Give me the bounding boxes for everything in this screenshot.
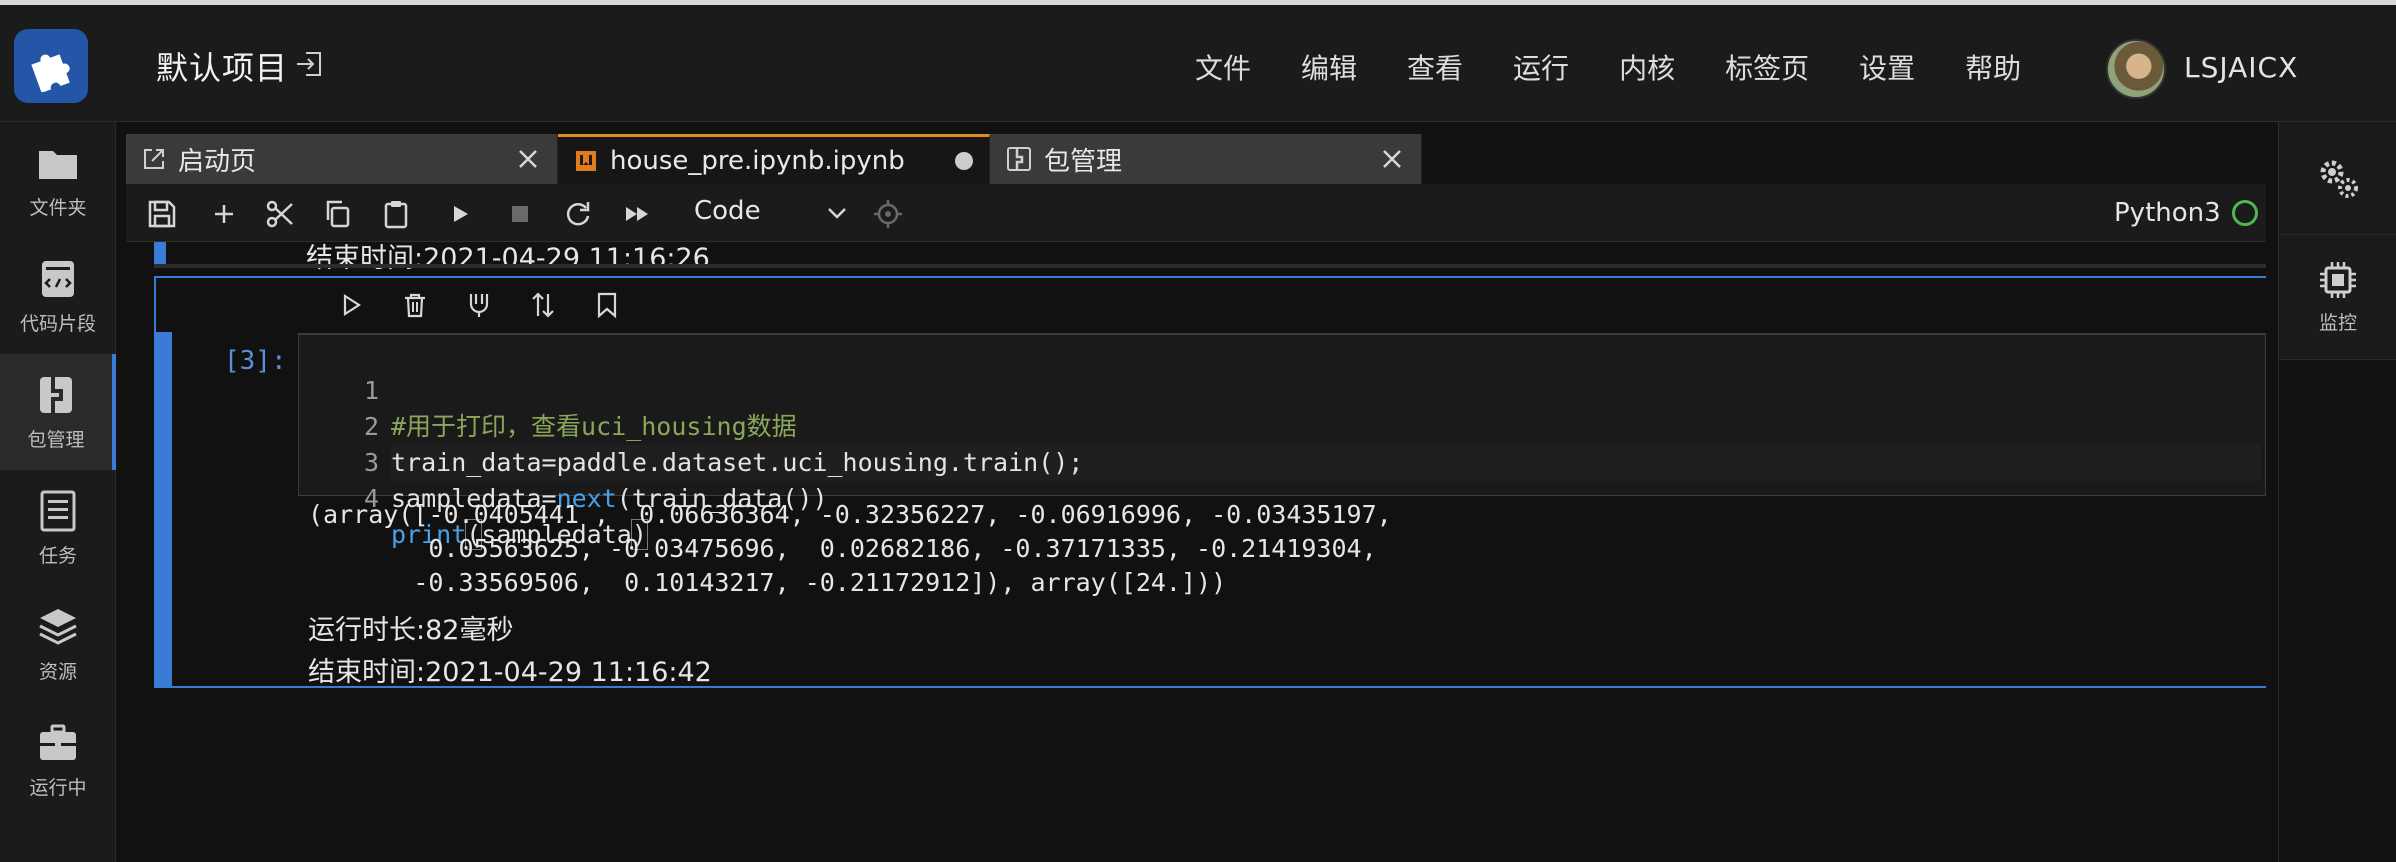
cell-runtime: 运行时长:82毫秒 [308, 615, 514, 646]
cell-end-time: 结束时间:2021-04-29 11:16:42 [308, 657, 712, 688]
tab-launcher[interactable]: 启动页 [126, 134, 558, 184]
close-icon[interactable] [1379, 146, 1405, 172]
add-cell-icon[interactable] [208, 198, 240, 230]
sidebar-item-running[interactable]: 运行中 [0, 702, 116, 818]
project-title[interactable]: 默认项目 [156, 43, 288, 89]
output-line: 0.05563625, -0.03475696, 0.02682186, -0.… [308, 534, 1377, 563]
app-header: 默认项目 文件 编辑 查看 运行 内核 标签页 设置 帮助 LSJAICX [0, 0, 2396, 122]
task-icon [40, 490, 76, 531]
menu-help[interactable]: 帮助 [1940, 47, 2046, 87]
layers-icon [39, 608, 77, 645]
run-cell-icon[interactable] [336, 290, 366, 320]
notebook-icon [576, 150, 596, 171]
code-text: #用于打印，查看uci_housing数据 [391, 412, 797, 441]
stop-icon[interactable] [504, 198, 536, 230]
prev-cell-border [154, 264, 2266, 268]
unsaved-indicator[interactable] [955, 151, 973, 170]
menu-file[interactable]: 文件 [1170, 47, 1276, 87]
locate-icon[interactable] [872, 198, 904, 230]
code-cell[interactable]: [3]: 1 #用于打印，查看uci_housing数据 2 train_dat… [154, 276, 2266, 688]
code-line: 1 #用于打印，查看uci_housing数据 [299, 337, 797, 441]
app-logo[interactable] [14, 29, 88, 103]
gears-icon [2320, 160, 2358, 198]
right-sidebar: 监控 [2278, 122, 2396, 862]
username[interactable]: LSJAICX [2184, 51, 2298, 84]
tab-label: 启动页 [178, 146, 257, 177]
menu-bar: 文件 编辑 查看 运行 内核 标签页 设置 帮助 [1170, 47, 2046, 87]
kernel-status-indicator [2232, 200, 2258, 226]
tab-bar: 启动页 house_pre.ipynb.ipynb 包管理 [126, 134, 1422, 184]
menu-kernel[interactable]: 内核 [1594, 47, 1700, 87]
cell-prompt: [3]: [224, 346, 287, 376]
restart-icon[interactable] [562, 198, 594, 230]
exit-project-icon[interactable] [294, 49, 324, 79]
briefcase-icon [40, 724, 76, 760]
paste-icon[interactable] [380, 198, 412, 230]
fast-forward-icon[interactable] [622, 198, 654, 230]
sidebar-item-label: 资源 [38, 660, 77, 683]
save-icon[interactable] [146, 198, 178, 230]
menu-edit[interactable]: 编辑 [1276, 47, 1382, 87]
main-area: 启动页 house_pre.ipynb.ipynb 包管理 Code Pytho… [126, 122, 2266, 862]
code-text: train_data=paddle.dataset.uci_housing.tr… [391, 448, 1084, 477]
copy-icon[interactable] [322, 198, 354, 230]
folder-icon [39, 150, 77, 179]
sidebar-item-label: 运行中 [29, 776, 87, 799]
monitor-button[interactable]: 监控 [2279, 234, 2396, 360]
monitor-label: 监控 [2318, 311, 2357, 334]
code-editor[interactable]: 1 #用于打印，查看uci_housing数据 2 train_data=pad… [298, 334, 2266, 550]
sidebar-item-label: 包管理 [27, 428, 85, 451]
bookmark-icon[interactable] [592, 290, 622, 320]
left-sidebar: 文件夹 代码片段 包管理 任务 资源 运行中 [0, 122, 116, 862]
cell-type-select[interactable]: Code [694, 196, 761, 226]
sidebar-item-label: 文件夹 [29, 196, 87, 219]
close-icon[interactable] [515, 146, 541, 172]
split-icon[interactable] [528, 290, 558, 320]
launch-icon [144, 149, 164, 169]
package-icon [1007, 147, 1031, 171]
cut-icon[interactable] [264, 198, 296, 230]
sidebar-item-label: 任务 [38, 544, 77, 567]
run-icon[interactable] [444, 198, 476, 230]
menu-tabs[interactable]: 标签页 [1700, 47, 1834, 87]
tab-packages[interactable]: 包管理 [990, 134, 1422, 184]
chip-icon [2320, 261, 2356, 298]
output-line: (array([-0.0405441 , 0.06636364, -0.3235… [308, 500, 1392, 529]
output-line: -0.33569506, 0.10143217, -0.21172912]), … [308, 568, 1227, 597]
menu-settings[interactable]: 设置 [1834, 47, 1940, 87]
cell-collapser[interactable] [156, 332, 172, 686]
prev-cell-end-time: 结束时间:2021-04-29 11:16:26 [306, 243, 710, 274]
puzzle-icon [31, 54, 70, 92]
notebook-toolbar: Code Python3 [126, 184, 2266, 242]
package-icon [40, 376, 72, 413]
chevron-down-icon[interactable] [826, 204, 848, 222]
cell-output: (array([-0.0405441 , 0.06636364, -0.3235… [308, 498, 1392, 600]
cell-toolbar [298, 278, 2266, 334]
code-line: 3 sampledata=next(train_data()) [299, 409, 828, 513]
tab-notebook[interactable]: house_pre.ipynb.ipynb [558, 134, 990, 184]
menu-view[interactable]: 查看 [1382, 47, 1488, 87]
kernel-name[interactable]: Python3 [2114, 198, 2221, 228]
sidebar-item-resources[interactable]: 资源 [0, 586, 116, 702]
sidebar-item-label: 代码片段 [19, 312, 96, 335]
user-avatar[interactable] [2106, 39, 2166, 99]
menu-run[interactable]: 运行 [1488, 47, 1594, 87]
sidebar-item-packages[interactable]: 包管理 [0, 354, 116, 470]
tab-label: house_pre.ipynb.ipynb [610, 145, 905, 176]
sidebar-item-folder[interactable]: 文件夹 [0, 122, 116, 238]
code-line: 4 print(sampledata) [299, 445, 648, 550]
merge-icon[interactable] [464, 290, 494, 320]
snippet-icon [42, 260, 74, 297]
sidebar-item-snippets[interactable]: 代码片段 [0, 238, 116, 354]
code-line: 2 train_data=paddle.dataset.uci_housing.… [299, 373, 1083, 477]
sidebar-item-tasks[interactable]: 任务 [0, 470, 116, 586]
delete-icon[interactable] [400, 290, 430, 320]
tab-label: 包管理 [1044, 146, 1123, 177]
notebook-area[interactable]: 结束时间:2021-04-29 11:16:26 [3]: 1 #用于打印，查看… [126, 242, 2266, 862]
settings-panel-button[interactable] [2279, 122, 2396, 234]
